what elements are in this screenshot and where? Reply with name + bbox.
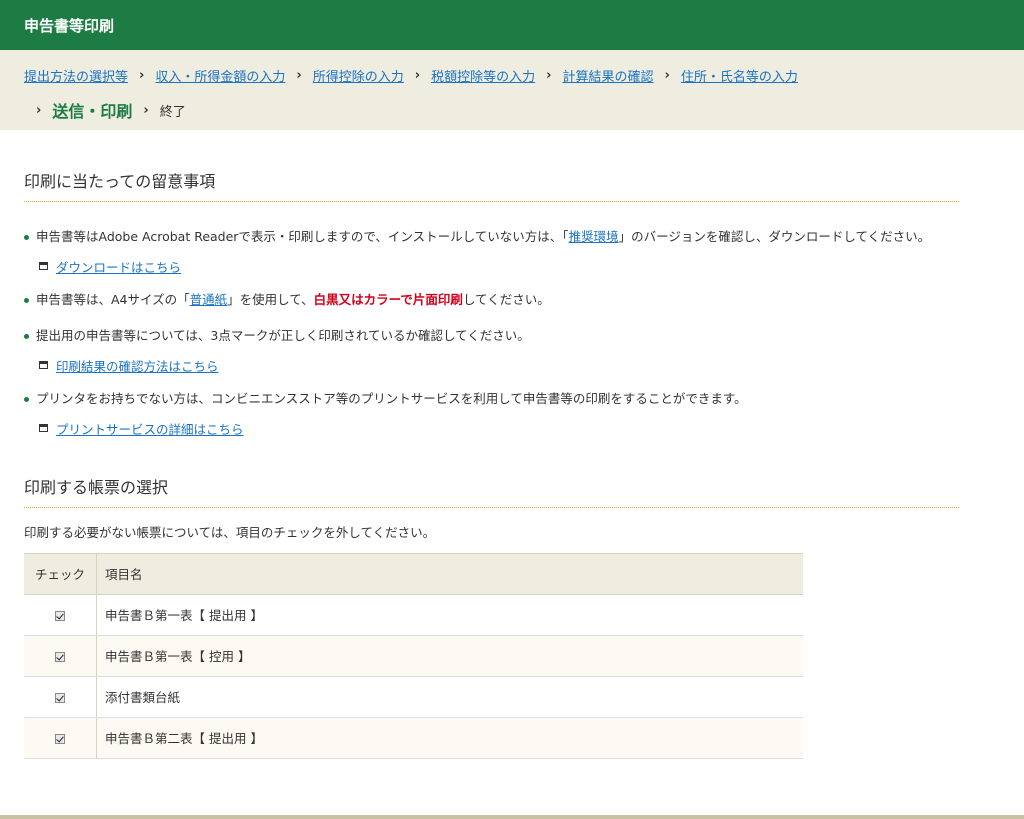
page-header: 申告書等印刷 xyxy=(0,0,1024,50)
bullet-icon xyxy=(24,333,29,339)
breadcrumb-step-income[interactable]: 収入・所得金額の入力 xyxy=(155,66,285,85)
note-text: してください。 xyxy=(462,291,550,307)
breadcrumb-step-end: 終了 xyxy=(159,104,186,120)
breadcrumb-step-deduction[interactable]: 所得控除の入力 xyxy=(313,66,404,85)
bullet-icon xyxy=(24,297,29,303)
column-header-name: 項目名 xyxy=(96,552,803,595)
page-title: 申告書等印刷 xyxy=(24,16,115,35)
form-checkbox[interactable] xyxy=(55,610,65,621)
notes-section-title: 印刷に当たっての留意事項 xyxy=(24,168,959,202)
plain-paper-link[interactable]: 普通紙 xyxy=(190,292,228,307)
chevron-right-icon: › xyxy=(414,68,421,83)
chevron-right-icon: › xyxy=(143,102,149,118)
forms-instruction: 印刷する必要がない帳票については、項目のチェックを外してください。 xyxy=(24,524,436,540)
forms-table: チェック 項目名 申告書Ｂ第一表【 提出用 】 申告書Ｂ第一表【 控用 】 添付… xyxy=(24,552,803,759)
footer-divider xyxy=(0,815,1024,819)
note-item: プリンタをお持ちでない方は、コンビニエンスストア等のプリントサービスを利用して申… xyxy=(24,388,959,410)
form-name: 申告書Ｂ第二表【 提出用 】 xyxy=(96,717,803,759)
table-header-row: チェック 項目名 xyxy=(24,552,803,595)
chevron-right-icon: › xyxy=(664,68,670,83)
note-text: プリンタをお持ちでない方は、コンビニエンスストア等のプリントサービスを利用して申… xyxy=(36,390,747,406)
notes-list: 申告書等はAdobe Acrobat Readerで表示・印刷しますので、インス… xyxy=(24,226,959,248)
check-cell xyxy=(24,676,97,718)
breadcrumb-row-1: 提出方法の選択等 › 収入・所得金額の入力 › 所得控除の入力 › 税額控除等の… xyxy=(24,66,1000,85)
notes-list: 申告書等は、A4サイズの「普通紙」を使用して、白黒又はカラーで片面印刷してくださ… xyxy=(24,289,959,311)
notes-list: 提出用の申告書等については、3点マークが正しく印刷されているか確認してください。 xyxy=(24,325,959,347)
form-checkbox[interactable] xyxy=(55,692,65,703)
bullet-icon xyxy=(24,235,29,240)
form-name: 申告書Ｂ第一表【 提出用 】 xyxy=(96,594,803,636)
column-header-check: チェック xyxy=(24,552,97,595)
recommended-env-link[interactable]: 推奨環境 xyxy=(569,229,619,244)
print-service-link[interactable]: プリントサービスの詳細はこちら xyxy=(56,419,244,438)
chevron-right-icon: › xyxy=(139,68,145,83)
note-item: 申告書等はAdobe Acrobat Readerで表示・印刷しますので、インス… xyxy=(24,226,959,248)
check-cell xyxy=(24,635,97,677)
note-item: 提出用の申告書等については、3点マークが正しく印刷されているか確認してください。 xyxy=(24,325,959,347)
new-window-icon xyxy=(39,424,48,432)
breadcrumb-step-address[interactable]: 住所・氏名等の入力 xyxy=(681,66,798,85)
form-checkbox[interactable] xyxy=(55,651,65,662)
check-cell xyxy=(24,594,97,636)
download-link-row: ダウンロードはこちら xyxy=(39,257,959,276)
note-text: 」のバージョンを確認し、ダウンロードしてください。 xyxy=(618,229,931,244)
note-text: 」を使用して、 xyxy=(227,291,314,307)
new-window-icon xyxy=(39,262,48,271)
download-link[interactable]: ダウンロードはこちら xyxy=(56,257,181,276)
breadcrumb-step-result[interactable]: 計算結果の確認 xyxy=(563,66,654,85)
breadcrumb-row-2: › 送信・印刷 › 終了 xyxy=(24,98,1000,122)
notes-list: プリンタをお持ちでない方は、コンビニエンスストア等のプリントサービスを利用して申… xyxy=(24,388,959,410)
print-check-link-row: 印刷結果の確認方法はこちら xyxy=(39,356,959,375)
table-row: 申告書Ｂ第一表【 提出用 】 xyxy=(24,594,803,636)
note-text: 提出用の申告書等については、3点マークが正しく印刷されているか確認してください。 xyxy=(36,327,530,343)
breadcrumb-step-tax-credit[interactable]: 税額控除等の入力 xyxy=(431,66,535,85)
breadcrumb-step-method[interactable]: 提出方法の選択等 xyxy=(24,66,128,85)
form-checkbox[interactable] xyxy=(55,733,65,744)
chevron-right-icon: › xyxy=(296,68,302,83)
chevron-right-icon: › xyxy=(36,102,42,118)
check-cell xyxy=(24,717,97,759)
forms-section-title: 印刷する帳票の選択 xyxy=(24,474,959,508)
table-row: 添付書類台紙 xyxy=(24,676,803,718)
print-check-link[interactable]: 印刷結果の確認方法はこちら xyxy=(56,356,219,375)
note-text: 申告書等はAdobe Acrobat Readerで表示・印刷しますので、インス… xyxy=(36,229,569,244)
main-content: 印刷に当たっての留意事項 申告書等はAdobe Acrobat Readerで表… xyxy=(0,168,983,759)
chevron-right-icon: › xyxy=(546,68,552,83)
bullet-icon xyxy=(24,396,29,402)
print-service-link-row: プリントサービスの詳細はこちら xyxy=(39,419,959,438)
form-name: 申告書Ｂ第一表【 控用 】 xyxy=(96,635,803,677)
new-window-icon xyxy=(39,361,48,370)
note-text: 申告書等は、A4サイズの「 xyxy=(36,291,190,307)
table-row: 申告書Ｂ第二表【 提出用 】 xyxy=(24,717,803,759)
table-row: 申告書Ｂ第一表【 控用 】 xyxy=(24,635,803,677)
breadcrumb-current-step: 送信・印刷 xyxy=(52,102,133,121)
breadcrumb: 提出方法の選択等 › 収入・所得金額の入力 › 所得控除の入力 › 税額控除等の… xyxy=(0,50,1024,130)
note-item: 申告書等は、A4サイズの「普通紙」を使用して、白黒又はカラーで片面印刷してくださ… xyxy=(24,289,959,311)
print-mode-emphasis: 白黒又はカラーで片面印刷 xyxy=(313,291,463,307)
form-name: 添付書類台紙 xyxy=(96,676,803,718)
